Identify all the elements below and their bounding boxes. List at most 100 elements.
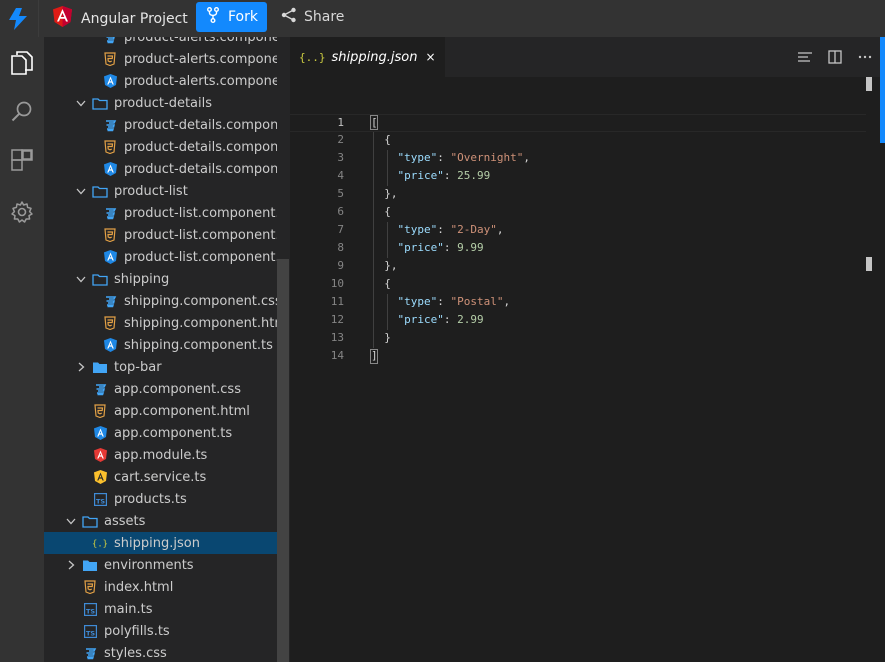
- code-line[interactable]: 12 "price": 2.99: [290, 312, 866, 330]
- file-row[interactable]: product-list.component.ts: [44, 246, 277, 268]
- stackblitz-logo-icon[interactable]: [0, 0, 36, 37]
- sidebar-scrollbar[interactable]: [277, 37, 290, 662]
- code-line[interactable]: 6 {: [290, 204, 866, 222]
- punctuation: ,: [503, 295, 511, 308]
- file-row[interactable]: product-details.compon...: [44, 136, 277, 158]
- code-text: "type": "2-Day",: [371, 223, 504, 236]
- tree-item-label: shipping: [114, 271, 170, 287]
- extensions-icon[interactable]: [4, 143, 40, 179]
- folder-row[interactable]: assets: [44, 510, 277, 532]
- chevron-down-icon[interactable]: [74, 271, 88, 287]
- code-editor[interactable]: 1[2 {3 "type": "Overnight", 4 "price": 25…: [290, 77, 866, 662]
- code-line[interactable]: 3 "type": "Overnight",: [290, 150, 866, 168]
- punctuation: },: [371, 259, 398, 272]
- tab-shipping-json[interactable]: {..} shipping.json ×: [290, 37, 445, 77]
- file-row[interactable]: product-alerts.compone...: [44, 48, 277, 70]
- punctuation: :: [437, 223, 451, 236]
- fork-button[interactable]: Fork: [196, 2, 267, 32]
- code-line[interactable]: 7 "type": "2-Day",: [290, 222, 866, 240]
- json-number: 2.99: [457, 313, 484, 326]
- css-file-icon: [102, 117, 118, 133]
- file-row[interactable]: shipping.component.css: [44, 290, 277, 312]
- code-line[interactable]: 4 "price": 25.99: [290, 168, 866, 186]
- file-row[interactable]: app.component.ts: [44, 422, 277, 444]
- chevron-down-icon[interactable]: [74, 183, 88, 199]
- file-row[interactable]: shipping.component.html: [44, 312, 277, 334]
- bracket-match-highlight: [370, 115, 378, 130]
- file-row[interactable]: app.component.html: [44, 400, 277, 422]
- folder-row[interactable]: product-list: [44, 180, 277, 202]
- line-number: 14: [330, 349, 344, 362]
- explorer-files-icon[interactable]: [4, 45, 40, 81]
- punctuation: [371, 241, 398, 254]
- punctuation: },: [371, 187, 398, 200]
- chevron-down-icon[interactable]: [74, 95, 88, 111]
- line-number: 13: [330, 331, 344, 344]
- file-row[interactable]: app.module.ts: [44, 444, 277, 466]
- editor-scrollbar-thumb[interactable]: [880, 37, 885, 143]
- line-number: 8: [337, 241, 344, 254]
- file-row[interactable]: index.html: [44, 576, 277, 598]
- ts-file-icon: TS: [92, 491, 108, 507]
- file-row[interactable]: product-details.compon...: [44, 158, 277, 180]
- folder-open-icon: [92, 183, 108, 199]
- file-row[interactable]: product-details.compon...: [44, 114, 277, 136]
- tab-label: shipping.json: [331, 49, 418, 65]
- code-line[interactable]: 9 },: [290, 258, 866, 276]
- folder-row[interactable]: environments: [44, 554, 277, 576]
- chevron-right-icon[interactable]: [74, 359, 88, 375]
- indent-guide: [387, 150, 388, 186]
- file-row[interactable]: product-list.component....: [44, 202, 277, 224]
- file-row[interactable]: cart.service.ts: [44, 466, 277, 488]
- html-file-icon: [102, 51, 118, 67]
- sidebar-scrollbar-thumb[interactable]: [277, 259, 289, 662]
- file-row[interactable]: TS products.ts: [44, 488, 277, 510]
- file-row[interactable]: product-alerts.compone...: [44, 70, 277, 92]
- search-icon[interactable]: [4, 94, 40, 130]
- code-line[interactable]: 2 {: [290, 132, 866, 150]
- chevron-right-icon[interactable]: [64, 557, 78, 573]
- editor-overview-ruler[interactable]: [866, 77, 885, 662]
- file-row[interactable]: shipping.component.ts: [44, 334, 277, 356]
- chevron-down-icon[interactable]: [64, 513, 78, 529]
- code-line[interactable]: 11 "type": "Postal",: [290, 294, 866, 312]
- code-line[interactable]: 8 "price": 9.99: [290, 240, 866, 258]
- folder-row[interactable]: top-bar: [44, 356, 277, 378]
- editor-tab-bar: {..} shipping.json ×: [290, 37, 885, 77]
- file-row[interactable]: TS polyfills.ts: [44, 620, 277, 642]
- folder-open-icon: [92, 95, 108, 111]
- code-line[interactable]: 13 }: [290, 330, 866, 348]
- file-row[interactable]: {.} shipping.json: [44, 532, 277, 554]
- outline-lines-icon[interactable]: [795, 47, 815, 67]
- punctuation: [371, 295, 398, 308]
- project-name[interactable]: Angular Project: [38, 0, 202, 37]
- css-file-icon: [82, 645, 98, 661]
- folder-row[interactable]: product-details: [44, 92, 277, 114]
- code-line[interactable]: 10 {: [290, 276, 866, 294]
- split-editor-icon[interactable]: [825, 47, 845, 67]
- indent-guide: [387, 294, 388, 330]
- code-line[interactable]: 5 },: [290, 186, 866, 204]
- file-row[interactable]: product-list.component....: [44, 224, 277, 246]
- tab-close-icon[interactable]: ×: [425, 50, 435, 64]
- file-row[interactable]: product-alerts.componen...: [44, 37, 277, 48]
- punctuation: [371, 151, 398, 164]
- tree-item-label: product-list: [114, 183, 188, 199]
- css-file-icon: [102, 37, 118, 45]
- file-row[interactable]: styles.css: [44, 642, 277, 662]
- more-actions-icon[interactable]: [855, 47, 875, 67]
- code-text: },: [371, 187, 398, 200]
- file-row[interactable]: app.component.css: [44, 378, 277, 400]
- share-button[interactable]: Share: [281, 2, 344, 32]
- settings-gear-icon[interactable]: [4, 194, 40, 230]
- file-row[interactable]: TS main.ts: [44, 598, 277, 620]
- tree-item-label: environments: [104, 557, 194, 573]
- folder-row[interactable]: shipping: [44, 268, 277, 290]
- overview-marker: [866, 77, 872, 91]
- tree-item-label: product-list.component.ts: [124, 249, 277, 265]
